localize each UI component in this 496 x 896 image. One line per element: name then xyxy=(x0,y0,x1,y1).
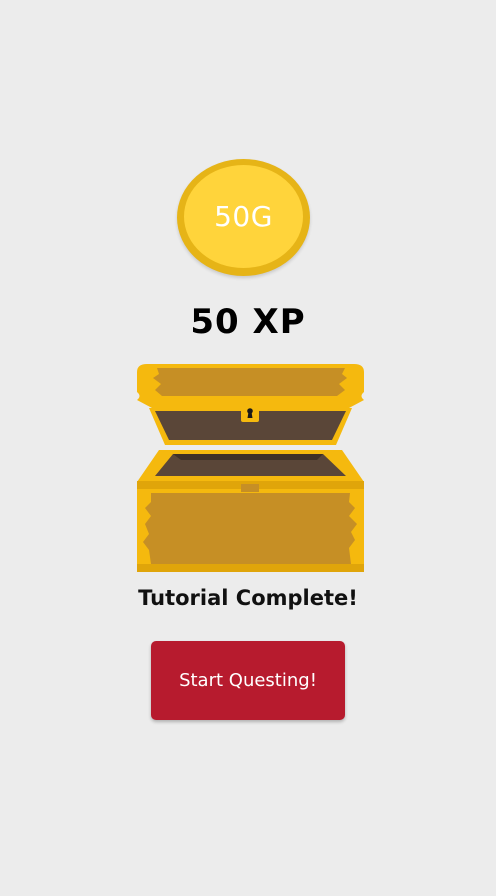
tutorial-complete-screen: 50G 50 XP Tutorial Complete! Start Quest… xyxy=(0,0,496,896)
coin-face: 50G xyxy=(184,165,303,268)
page-title: Tutorial Complete! xyxy=(138,586,358,610)
xp-reward-label: 50 XP xyxy=(190,302,306,342)
start-questing-button-label: Start Questing! xyxy=(179,670,317,691)
gold-reward-label: 50G xyxy=(214,200,273,233)
treasure-chest-icon xyxy=(137,364,364,572)
gold-coin-icon: 50G xyxy=(177,159,310,276)
start-questing-button[interactable]: Start Questing! xyxy=(151,641,345,720)
